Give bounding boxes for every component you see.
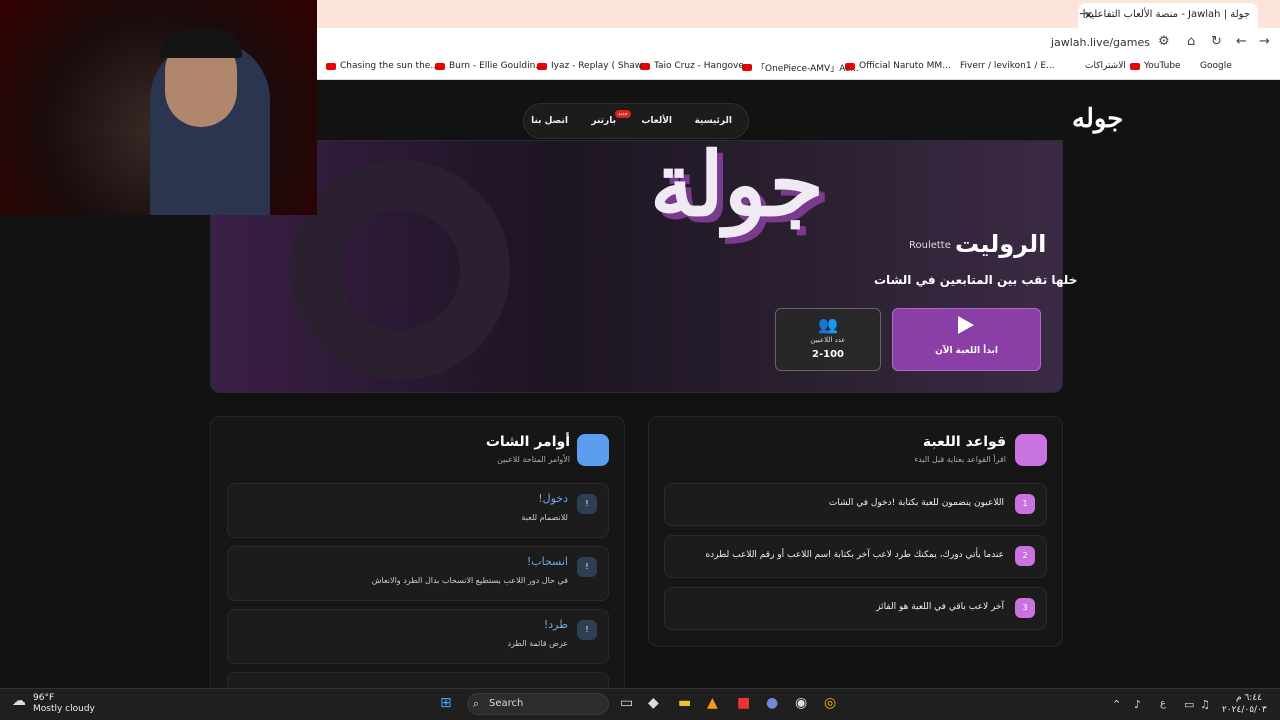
command-name: !دخول bbox=[538, 492, 568, 505]
rule-text: آخر لاعب باقي في اللعبة هو الفائز bbox=[876, 602, 1004, 612]
language-indicator[interactable]: ع bbox=[1160, 698, 1166, 709]
clock-date[interactable]: ٢٠٢٤/٠٥/٠٣ bbox=[1222, 705, 1267, 715]
game-subtitle: خلها تقب بين المتابعين في الشات bbox=[874, 273, 1078, 287]
bookmark-fiverr[interactable]: Fiverr / levikon1 / E... bbox=[960, 61, 1055, 71]
app-icon[interactable]: ▲ bbox=[707, 695, 718, 711]
rules-icon bbox=[1015, 434, 1047, 466]
steam-icon[interactable]: ◉ bbox=[795, 695, 807, 711]
bookmark-google[interactable]: Google bbox=[1200, 61, 1232, 71]
copilot-icon[interactable]: ◆ bbox=[648, 695, 659, 711]
youtube-icon bbox=[1130, 62, 1140, 70]
site-settings-icon[interactable]: ⚙ bbox=[1158, 34, 1170, 49]
task-view-icon[interactable]: ▭ bbox=[620, 695, 633, 711]
rule-number: 3 bbox=[1015, 598, 1035, 618]
tab-title: جولة | Jawlah - منصة الألعاب التفاعلية bbox=[1085, 9, 1250, 20]
bookmark-naruto[interactable]: Official Naruto MM... bbox=[845, 61, 951, 71]
reload-icon[interactable]: ↻ bbox=[1211, 34, 1222, 49]
rule-number: 2 bbox=[1015, 546, 1035, 566]
players-count-value: 2-100 bbox=[812, 349, 844, 360]
network-icon[interactable]: ▭ bbox=[1184, 698, 1194, 711]
bookmark-youtube[interactable]: YouTube bbox=[1130, 61, 1181, 71]
rule-text: عندما يأتي دورك، يمكنك طرد لاعب آخر بكتا… bbox=[705, 550, 1004, 560]
command-number: ! bbox=[577, 494, 597, 514]
rules-title: قواعد اللعبة bbox=[922, 434, 1006, 450]
back-icon[interactable]: ← bbox=[1236, 34, 1247, 49]
bookmark-subscriptions[interactable]: الاشتراكات bbox=[1085, 61, 1126, 71]
command-number: ! bbox=[577, 620, 597, 640]
bookmark-chasing-the-sun[interactable]: Chasing the sun the... bbox=[326, 61, 439, 71]
weather-temp[interactable]: 96°F bbox=[33, 693, 54, 703]
chat-icon bbox=[577, 434, 609, 466]
home-icon[interactable]: ⌂ bbox=[1187, 34, 1195, 49]
command-number: ! bbox=[577, 557, 597, 577]
new-tab-button[interactable]: + bbox=[1078, 6, 1090, 22]
search-icon: ⌕ bbox=[473, 697, 480, 710]
command-row bbox=[227, 672, 609, 688]
volume-icon[interactable]: ♫ bbox=[1200, 698, 1210, 711]
taskbar bbox=[0, 688, 1280, 720]
bookmark-onepiece[interactable]: 「OnePiece-AMV」Ac... bbox=[742, 61, 859, 74]
weather-desc[interactable]: Mostly cloudy bbox=[33, 704, 95, 714]
commands-title: أوامر الشات bbox=[485, 434, 570, 450]
bookmark-burn[interactable]: Burn - Ellie Gouldin... bbox=[435, 61, 544, 71]
game-title-en: Roulette bbox=[909, 240, 951, 251]
players-count-label: عدد اللاعبين bbox=[810, 336, 846, 344]
new-badge: جديد bbox=[615, 110, 631, 118]
bookmark-taio-cruz[interactable]: Taio Cruz - Hangove... bbox=[640, 61, 752, 71]
rule-text: اللاعبون ينضمون للعبة بكتابة !دخول في ال… bbox=[828, 498, 1004, 508]
command-desc: عرض قائمة الطرد bbox=[507, 639, 568, 648]
browser-tab[interactable]: جولة | Jawlah - منصة الألعاب التفاعلية ✕ bbox=[1078, 3, 1258, 28]
command-name: !انسحاب bbox=[526, 555, 568, 568]
url-field[interactable]: jawlah.live/games bbox=[1051, 36, 1150, 49]
command-desc: في حال دور اللاعب يستطيع الانسحاب بدال ا… bbox=[371, 576, 568, 585]
game-title: الروليت bbox=[955, 230, 1047, 258]
weather-icon: ☁ bbox=[12, 693, 26, 709]
forward-icon[interactable]: → bbox=[1259, 34, 1270, 49]
file-explorer-icon[interactable]: ▬ bbox=[678, 695, 691, 711]
youtube-icon bbox=[326, 62, 336, 70]
roulette-wheel-graphic bbox=[290, 160, 510, 380]
play-icon bbox=[958, 316, 974, 334]
discord-icon[interactable]: ● bbox=[766, 695, 778, 711]
command-desc: للانضمام للعبة bbox=[521, 513, 568, 522]
hero-watermark: جولة bbox=[650, 132, 824, 236]
streamer-cap bbox=[160, 30, 242, 58]
rules-subtitle: اقرأ القواعد بعناية قبل البدء bbox=[914, 455, 1006, 464]
chrome-icon[interactable]: ◎ bbox=[824, 695, 836, 711]
nav-partner[interactable]: بارتنر bbox=[591, 116, 616, 126]
chevron-up-icon[interactable]: ⌃ bbox=[1112, 698, 1121, 711]
site-logo[interactable]: جوله bbox=[1072, 104, 1123, 134]
start-game-label: ابدأ اللعبة الآن bbox=[935, 346, 998, 356]
taskbar-search-label: Search bbox=[489, 698, 524, 709]
clock-time[interactable]: ٦:٤٤ م bbox=[1222, 693, 1262, 703]
rule-number: 1 bbox=[1015, 494, 1035, 514]
nav-home[interactable]: الرئيسية bbox=[695, 116, 732, 126]
start-icon[interactable]: ⊞ bbox=[440, 695, 452, 711]
commands-subtitle: الأوامر المتاحة للاعبين bbox=[497, 455, 570, 464]
microphone-icon[interactable]: ♪ bbox=[1134, 698, 1141, 711]
app-icon[interactable]: ■ bbox=[737, 695, 750, 711]
nav-contact[interactable]: اتصل بنا bbox=[531, 116, 568, 126]
command-name: !طرد bbox=[543, 618, 568, 631]
users-icon: 👥 bbox=[818, 315, 838, 334]
nav-games[interactable]: الألعاب bbox=[641, 116, 672, 126]
bookmark-iyaz[interactable]: Iyaz - Replay ( Shaw... bbox=[537, 61, 650, 71]
